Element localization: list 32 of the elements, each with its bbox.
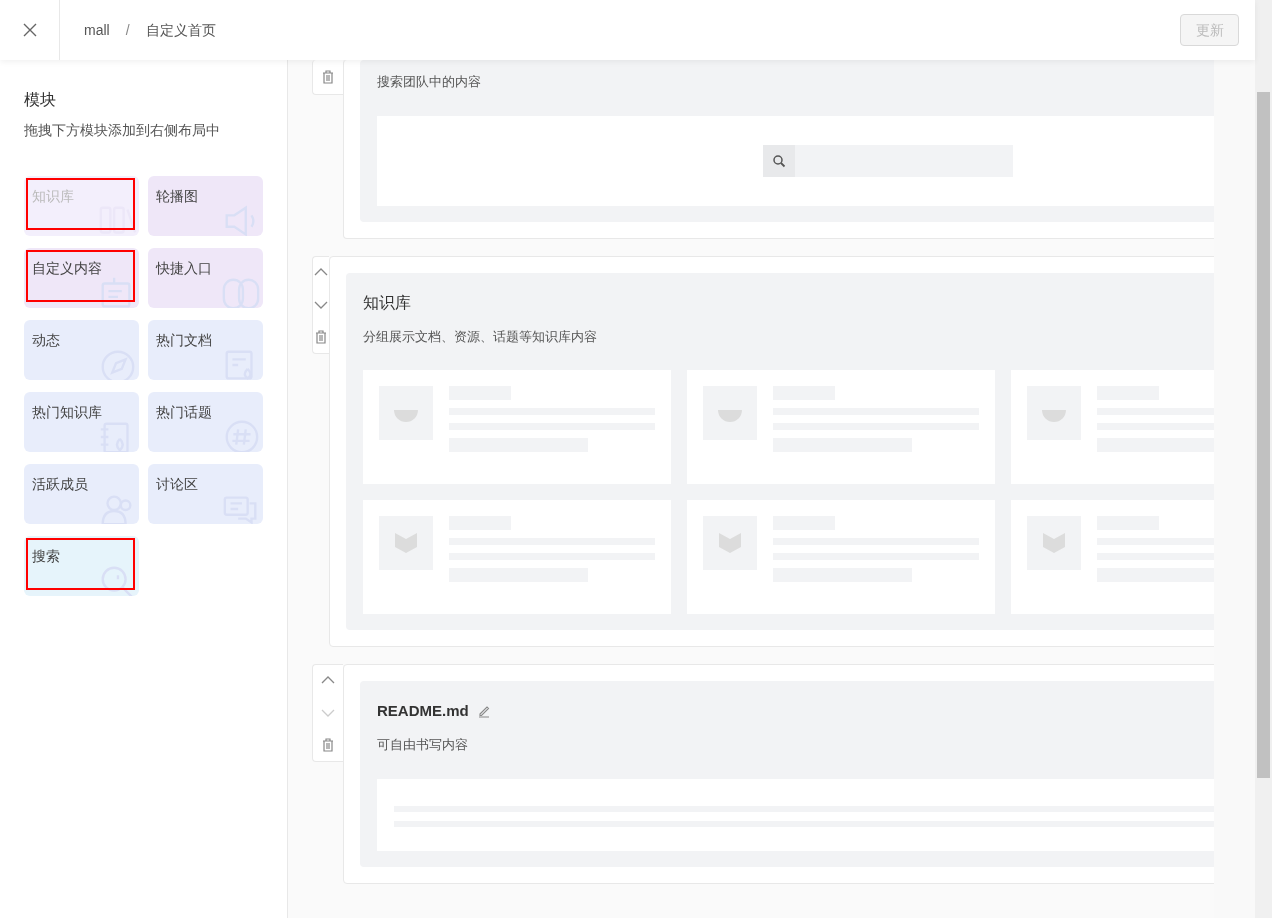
module-tile[interactable]: 热门话题 [148,392,263,452]
breadcrumb-separator: / [125,21,130,40]
module-tile[interactable]: 热门文档 [148,320,263,380]
module-tile[interactable]: 自定义内容 [24,248,139,308]
module-tile[interactable]: 热门知识库 [24,392,139,452]
module-description: 分组展示文档、资源、话题等知识库内容 [363,327,598,346]
module-tile[interactable]: 动态 [24,320,139,380]
book-icon [1027,516,1081,570]
pencil-icon[interactable] [476,704,491,718]
breadcrumb-item[interactable]: mall [84,20,110,40]
book-icon [379,516,433,570]
bowl-icon [379,386,433,440]
module-tile[interactable]: 快捷入口 [148,248,263,308]
bowl-icon [1027,386,1081,440]
module-title: 知识库 [363,292,411,313]
bowl-icon [703,386,757,440]
module-title: README.md [377,700,469,721]
sidebar-title: 模块 [24,90,57,110]
trash-icon[interactable] [313,328,329,345]
module-tile[interactable]: 轮播图 [148,176,263,236]
sidebar-hint: 拖拽下方模块添加到右侧布局中 [24,121,221,140]
module-description: 可自由书写内容 [377,736,469,754]
trash-icon[interactable] [320,69,336,85]
book-icon [703,516,757,570]
module-description: 搜索团队中的内容 [377,73,482,91]
breadcrumb-item[interactable]: 自定义首页 [145,20,216,40]
module-tile[interactable]: 搜索 [24,536,139,596]
scrollbar[interactable] [1255,0,1272,918]
close-icon[interactable] [22,23,37,37]
module-tile[interactable]: 活跃成员 [24,464,139,524]
module-tile[interactable]: 讨论区 [148,464,263,524]
trash-icon[interactable] [320,737,336,753]
